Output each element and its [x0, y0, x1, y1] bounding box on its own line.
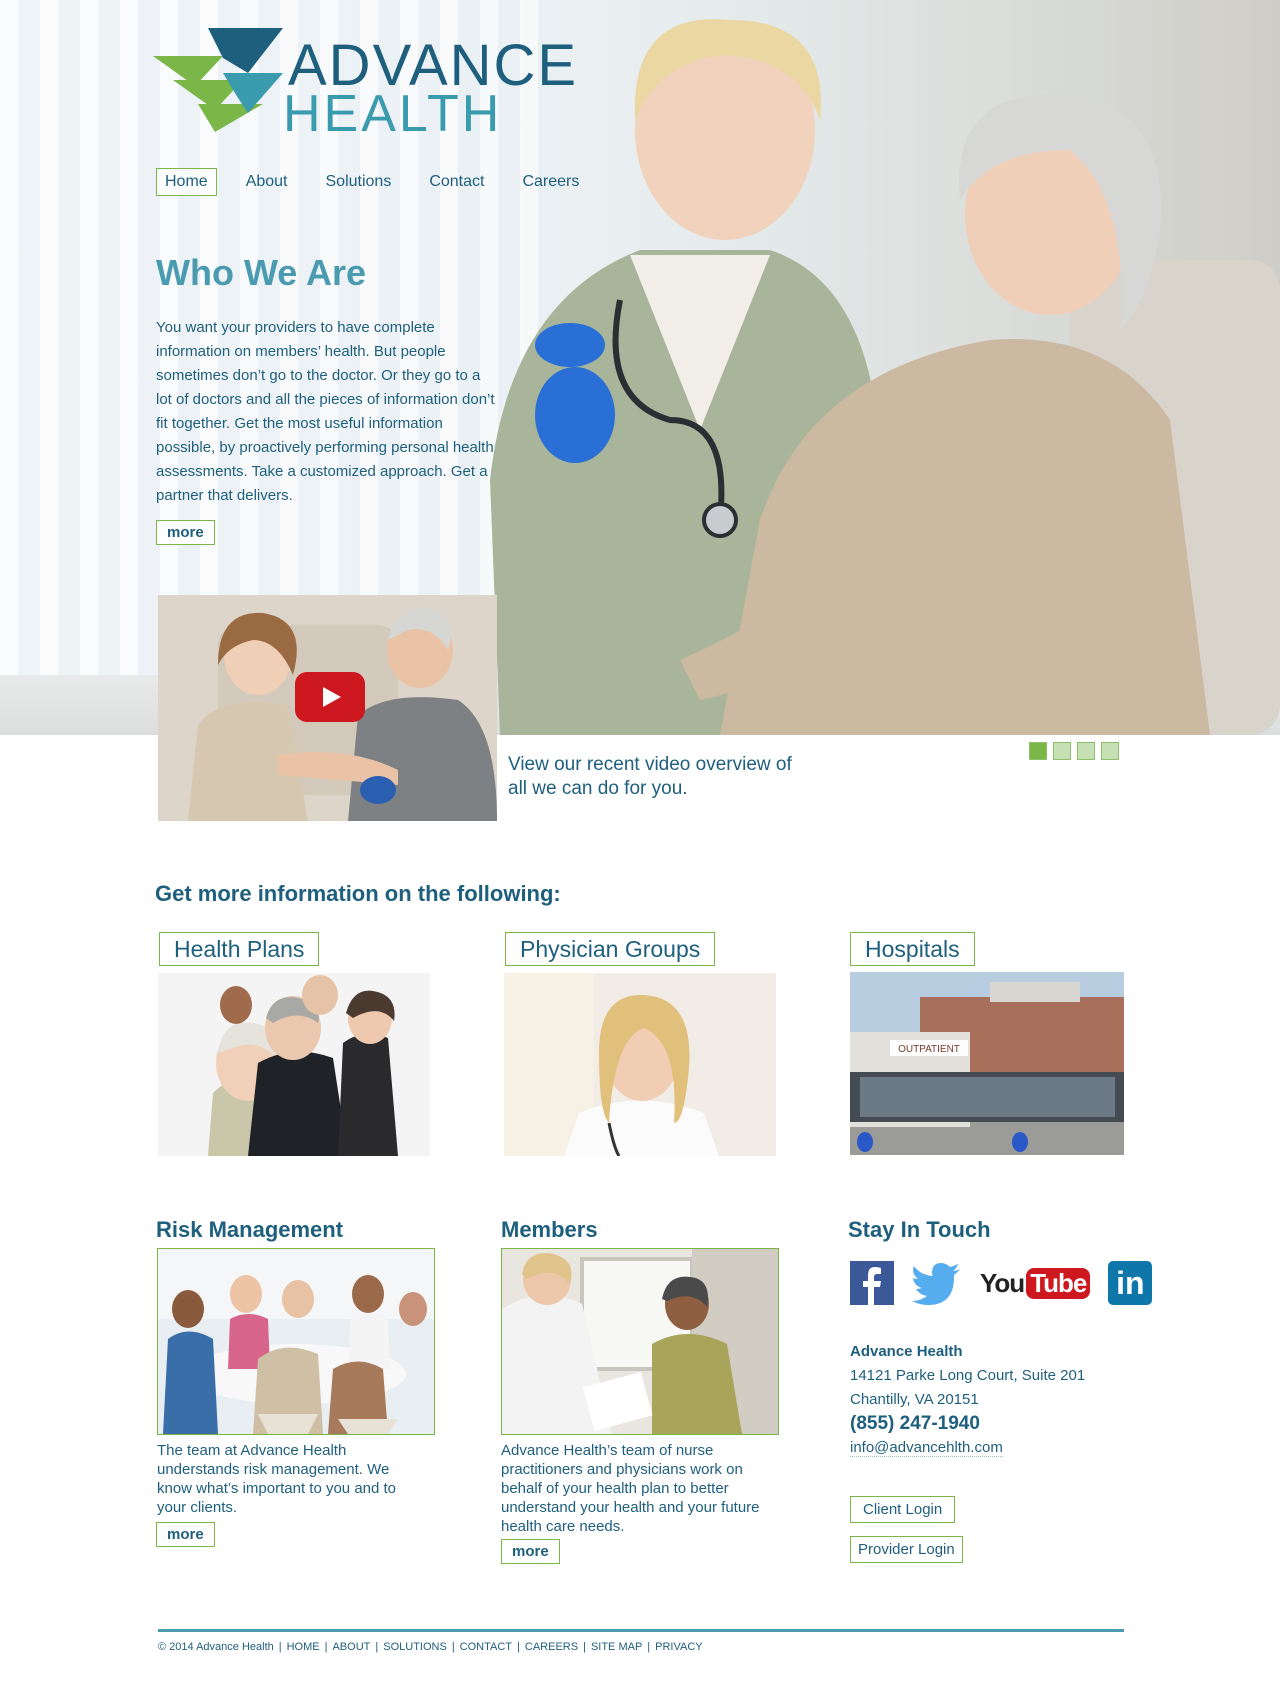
hospitals-link[interactable]: Hospitals	[850, 932, 975, 966]
youtube-you-text: You	[980, 1267, 1025, 1298]
footer-divider	[158, 1629, 1124, 1632]
contact-email[interactable]: info@advancehlth.com	[850, 1439, 1003, 1457]
social-links: You Tube in	[850, 1261, 1153, 1305]
contact-org: Advance Health	[850, 1343, 963, 1360]
slide-dot-2[interactable]	[1053, 742, 1071, 760]
hospitals-photo[interactable]: OUTPATIENT	[850, 972, 1124, 1155]
physician-groups-link[interactable]: Physician Groups	[505, 932, 716, 966]
footer-link-solutions[interactable]: SOLUTIONS	[383, 1641, 447, 1653]
slide-dot-3[interactable]	[1077, 742, 1095, 760]
slider-dots	[1029, 742, 1119, 760]
nav-solutions[interactable]: Solutions	[317, 168, 401, 196]
hospitals-image: OUTPATIENT	[850, 972, 1124, 1155]
physician-groups-photo[interactable]	[504, 973, 776, 1156]
contact-info: Advance Health 14121 Parke Long Court, S…	[850, 1340, 1085, 1460]
linkedin-icon[interactable]: in	[1108, 1261, 1153, 1305]
contact-address-2: Chantilly, VA 20151	[850, 1391, 979, 1408]
client-login-button[interactable]: Client Login	[850, 1496, 956, 1523]
outpatient-sign: OUTPATIENT	[898, 1044, 960, 1055]
slide-dot-4[interactable]	[1101, 742, 1119, 760]
hero-text: You want your providers to have complete…	[156, 319, 495, 504]
footer-link-privacy[interactable]: PRIVACY	[655, 1641, 702, 1653]
footer-link-about[interactable]: ABOUT	[332, 1641, 370, 1653]
footer: © 2014 Advance Health | HOME | ABOUT | SOLU…	[158, 1641, 703, 1653]
contact-address-1: 14121 Parke Long Court, Suite 201	[850, 1367, 1086, 1384]
nav-contact[interactable]: Contact	[420, 168, 493, 196]
risk-management-title: Risk Management	[156, 1217, 344, 1242]
video-thumbnail[interactable]	[158, 595, 497, 821]
nav-about[interactable]: About	[237, 168, 297, 196]
youtube-icon[interactable]: You Tube	[980, 1267, 1091, 1299]
footer-link-contact[interactable]: CONTACT	[460, 1641, 512, 1653]
logo-word-health: HEALTH	[283, 85, 503, 143]
physician-groups-image	[504, 973, 776, 1156]
hero-more-button[interactable]: more	[156, 520, 215, 545]
contact-phone[interactable]: (855) 247-1940	[850, 1412, 1085, 1436]
twitter-icon[interactable]	[912, 1261, 962, 1305]
info-heading: Get more information on the following:	[155, 881, 561, 906]
risk-management-photo[interactable]	[157, 1248, 435, 1435]
nav-home[interactable]: Home	[156, 168, 217, 196]
youtube-tube-text: Tube	[1026, 1267, 1091, 1299]
main-nav: Home About Solutions Contact Careers	[156, 168, 608, 196]
nav-careers[interactable]: Careers	[513, 168, 588, 196]
members-photo[interactable]	[501, 1248, 779, 1435]
health-plans-photo[interactable]	[158, 973, 430, 1156]
facebook-icon[interactable]	[850, 1261, 894, 1305]
hero-title: Who We Are	[156, 252, 367, 293]
hero-photo	[490, 19, 1280, 735]
logo[interactable]: ADVANCE HEALTH	[153, 28, 576, 143]
members-text: Advance Health’s team of nurse practitio…	[501, 1442, 760, 1535]
members-more-button[interactable]: more	[501, 1539, 560, 1564]
footer-link-sitemap[interactable]: SITE MAP	[591, 1641, 642, 1653]
footer-link-home[interactable]: HOME	[287, 1641, 320, 1653]
risk-management-text: The team at Advance Health understands r…	[157, 1442, 397, 1516]
members-image	[502, 1249, 778, 1434]
footer-copyright: © 2014 Advance Health	[158, 1641, 274, 1653]
provider-login-button[interactable]: Provider Login	[850, 1536, 963, 1563]
play-icon[interactable]	[295, 672, 365, 722]
risk-more-button[interactable]: more	[156, 1522, 215, 1547]
footer-link-careers[interactable]: CAREERS	[525, 1641, 578, 1653]
health-plans-link[interactable]: Health Plans	[159, 932, 320, 966]
members-title: Members	[501, 1217, 598, 1242]
risk-management-image	[158, 1249, 434, 1434]
slide-dot-1[interactable]	[1029, 742, 1047, 760]
video-caption: View our recent video overview of all we…	[508, 754, 792, 799]
logo-mark-icon	[153, 28, 283, 132]
health-plans-image	[158, 973, 430, 1156]
stay-in-touch-title: Stay In Touch	[848, 1217, 991, 1242]
